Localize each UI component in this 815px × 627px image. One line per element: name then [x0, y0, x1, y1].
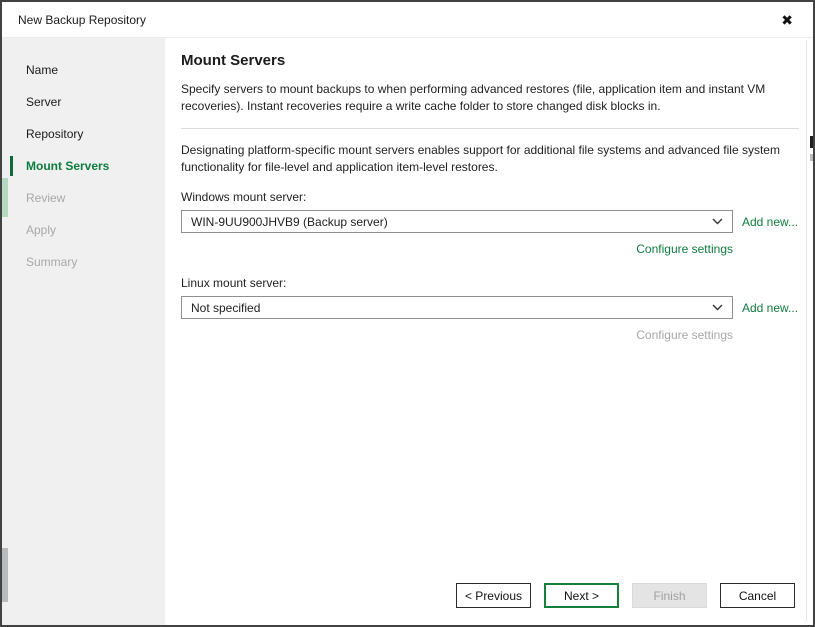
sidebar-item-label: Mount Servers: [26, 159, 110, 173]
dialog-body: Name Server Repository Mount Servers Rev…: [2, 38, 813, 625]
sidebar-item-repository[interactable]: Repository: [2, 118, 165, 150]
sidebar-item-label: Apply: [26, 223, 57, 237]
windows-mount-server-label: Windows mount server:: [181, 190, 307, 204]
finish-button: Finish: [632, 583, 707, 608]
titlebar: New Backup Repository ✖: [2, 2, 813, 38]
scrollbar-track: [806, 40, 807, 621]
sidebar-item-mount-servers[interactable]: Mount Servers: [2, 150, 165, 182]
step-description: Specify servers to mount backups to when…: [181, 82, 766, 113]
sidebar-item-label: Review: [26, 191, 66, 205]
windows-add-new-link[interactable]: Add new...: [742, 215, 798, 229]
cancel-button[interactable]: Cancel: [720, 583, 795, 608]
linux-mount-server-row: Not specified Add new...: [181, 296, 799, 319]
windows-mount-server-value: WIN-9UU900JHVB9 (Backup server): [191, 214, 388, 229]
previous-button[interactable]: < Previous: [455, 583, 531, 608]
sidebar-item-summary: Summary: [2, 246, 165, 278]
chevron-down-icon: [712, 304, 723, 311]
windows-mount-server-row: WIN-9UU900JHVB9 (Backup server) Add new.…: [181, 210, 799, 233]
scrollbar-thumb-shadow: [810, 154, 813, 161]
mount-server-info-text: Designating platform-specific mount serv…: [181, 143, 780, 174]
sidebar-item-review: Review: [2, 182, 165, 214]
linux-configure-settings-link: Configure settings: [636, 328, 733, 342]
window-title: New Backup Repository: [18, 12, 147, 27]
divider: [181, 128, 799, 129]
sidebar-item-server[interactable]: Server: [2, 86, 165, 118]
linux-configure-row: Configure settings: [181, 328, 733, 342]
sidebar-item-label: Server: [26, 95, 62, 109]
linux-mount-server-label: Linux mount server:: [181, 276, 287, 290]
windows-configure-row: Configure settings: [181, 242, 733, 256]
sidebar-item-label: Name: [26, 63, 59, 77]
close-icon[interactable]: ✖: [777, 11, 797, 29]
page-title: Mount Servers: [181, 52, 286, 69]
sidebar-item-label: Summary: [26, 255, 78, 269]
linux-add-new-link[interactable]: Add new...: [742, 301, 798, 315]
wizard-footer: < Previous Next > Finish Cancel: [455, 583, 795, 608]
windows-configure-settings-link[interactable]: Configure settings: [636, 242, 733, 256]
sidebar-item-name[interactable]: Name: [2, 54, 165, 86]
wizard-steps-sidebar: Name Server Repository Mount Servers Rev…: [2, 38, 165, 625]
next-button[interactable]: Next >: [544, 583, 619, 608]
active-step-bar: [10, 156, 13, 176]
sidebar-item-apply: Apply: [2, 214, 165, 246]
step-content: Mount Servers Specify servers to mount b…: [165, 38, 813, 625]
linux-mount-server-select[interactable]: Not specified: [181, 296, 733, 319]
chevron-down-icon: [712, 218, 723, 225]
windows-mount-server-select[interactable]: WIN-9UU900JHVB9 (Backup server): [181, 210, 733, 233]
scrollbar-thumb[interactable]: [810, 136, 813, 148]
sidebar-item-label: Repository: [26, 127, 84, 141]
new-backup-repository-dialog: New Backup Repository ✖ Name Server Repo…: [0, 0, 815, 627]
linux-mount-server-value: Not specified: [191, 300, 261, 315]
left-edge-artifact: [2, 178, 8, 217]
left-edge-artifact: [2, 548, 8, 602]
